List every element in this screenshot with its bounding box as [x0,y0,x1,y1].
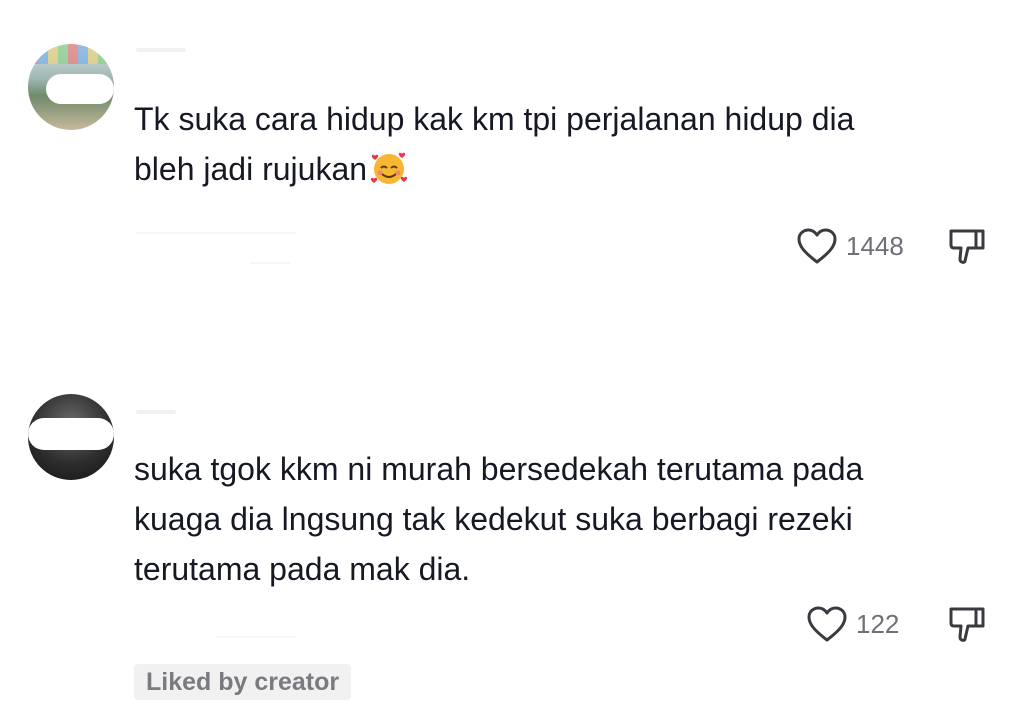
liked-by-creator-badge: Liked by creator [134,664,352,700]
avatar-redaction [46,74,114,104]
redacted-username [136,48,186,52]
comment-item: suka tgok kkm ni murah bersedekah teruta… [0,380,1024,724]
user-avatar[interactable] [28,44,114,130]
comment-actions: 122 [806,604,988,644]
redacted-username [136,410,176,414]
like-count: 1448 [846,230,904,261]
smiling-face-with-hearts-emoji [370,152,408,184]
thumbs-down-icon[interactable] [946,226,988,266]
comment-item: Tk suka cara hidup kak km tpi perjalanan… [0,0,1024,300]
heart-outline-icon[interactable] [806,605,848,643]
user-avatar[interactable] [28,394,114,480]
avatar-image-detail [28,44,114,64]
redacted-line [216,636,296,638]
comments-list: Tk suka cara hidup kak km tpi perjalanan… [0,0,1024,724]
redacted-line [136,232,296,234]
comment-text: suka tgok kkm ni murah bersedekah teruta… [134,451,864,587]
thumbs-down-icon[interactable] [946,604,988,644]
comment-body: Tk suka cara hidup kak km tpi perjalanan… [134,101,855,187]
redacted-line [250,262,290,264]
avatar-redaction [28,418,114,450]
like-count: 122 [856,608,900,639]
comment-text: Tk suka cara hidup kak km tpi perjalanan… [134,94,994,194]
heart-outline-icon[interactable] [796,227,838,265]
comment-actions: 1448 [796,226,988,266]
